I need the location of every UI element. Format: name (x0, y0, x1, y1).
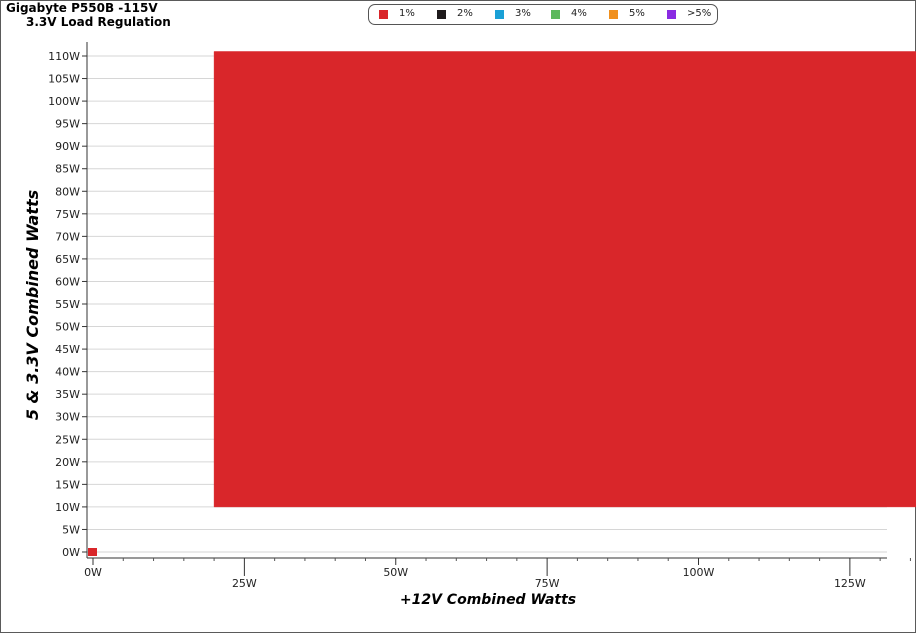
x-axis-title: +12V Combined Watts (400, 592, 576, 608)
y-tick-label: 30W (55, 411, 80, 424)
y-tick-label: 15W (55, 478, 80, 491)
y-tick-label: 110W (48, 50, 80, 63)
y-tick-label: 65W (55, 253, 80, 266)
y-tick-label: 5W (62, 523, 80, 536)
y-tick-label: 100W (48, 95, 80, 108)
x-tick-label: 0W (84, 566, 102, 579)
x-tick-label: 50W (383, 566, 408, 579)
y-tick-label: 95W (55, 118, 80, 131)
y-tick-label: 55W (55, 298, 80, 311)
x-tick-label: 25W (232, 577, 257, 590)
y-tick-label: 80W (55, 185, 80, 198)
y-tick-label: 20W (55, 456, 80, 469)
x-tick-label: 125W (834, 577, 866, 590)
y-tick-label: 90W (55, 140, 80, 153)
y-tick-label: 45W (55, 343, 80, 356)
y-tick-label: 25W (55, 433, 80, 446)
y-tick-label: 85W (55, 163, 80, 176)
y-tick-label: 75W (55, 208, 80, 221)
chart-svg: 0W 5W 10W 15W 20W 25W 30W 35W 40W 45W 50W 55W 60W 65W… (23, 42, 916, 608)
y-tick-label: 70W (55, 230, 80, 243)
x-tick-label: 75W (535, 577, 560, 590)
y-tick-label: 50W (55, 321, 80, 334)
y-axis-title: 5 & 3.3V Combined Watts (23, 190, 42, 420)
data-point (88, 548, 97, 556)
y-tick-label: 35W (55, 388, 80, 401)
y-tick-label: 60W (55, 275, 80, 288)
y-tick-label: 40W (55, 366, 80, 379)
x-tick-label: 100W (683, 566, 715, 579)
y-tick-label: 10W (55, 501, 80, 514)
y-tick-label: 0W (62, 546, 80, 559)
y-tick-label: 105W (48, 73, 80, 86)
region-1pct (213, 51, 916, 508)
